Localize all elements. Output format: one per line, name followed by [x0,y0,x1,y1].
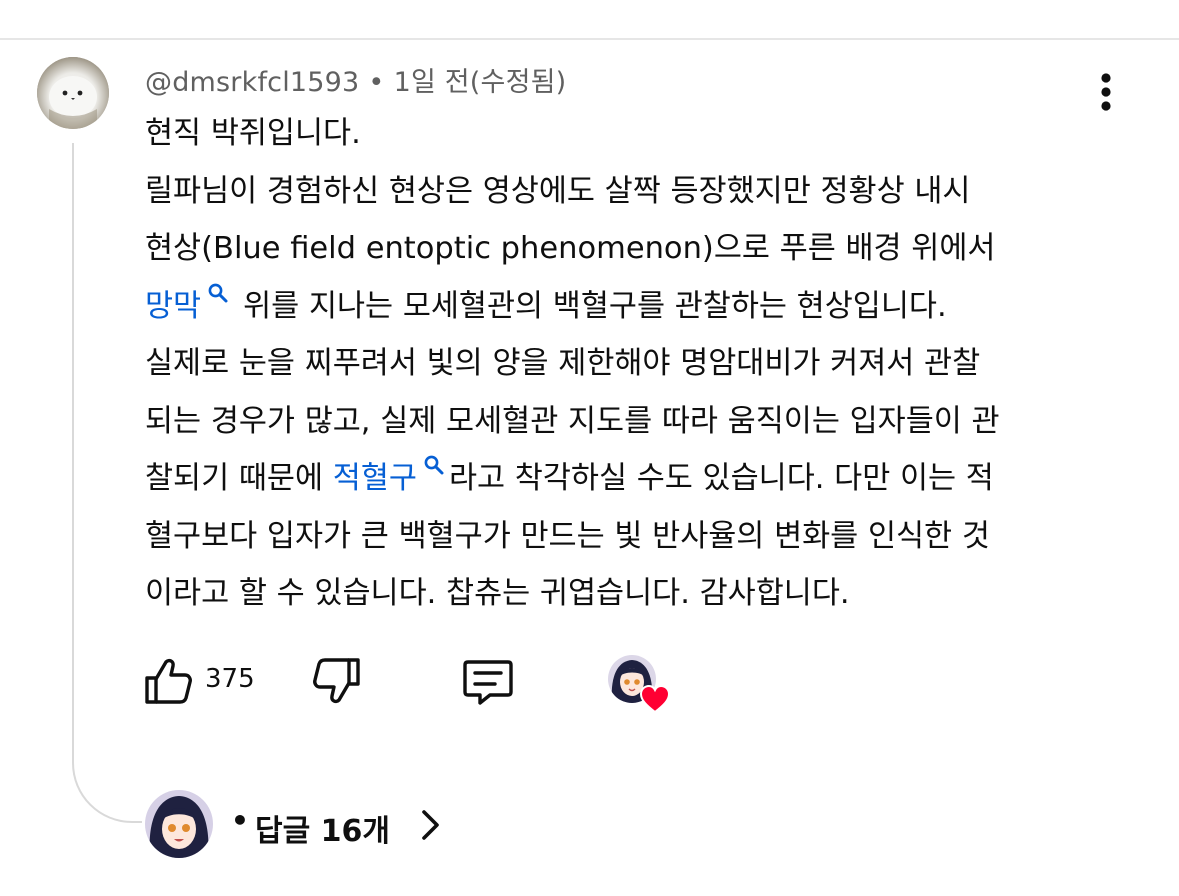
thumbs-down-icon [313,658,360,704]
comment-line-text: 라고 착각하실 수도 있습니다. 다만 이는 적 [448,461,994,496]
comment-line: 릴파님이 경험하신 현상은 영상에도 살짝 등장했지만 정황상 내시 [145,173,971,209]
author-handle[interactable]: @dmsrkfcl1593 [145,67,359,98]
search-link-rbc[interactable]: 적혈구 [333,461,417,496]
like-count: 375 [205,664,255,694]
meta-separator: • [368,67,385,98]
like-button[interactable] [143,656,193,706]
comment-line: 실제로 눈을 찌푸려서 빛의 양을 제한해야 명암대비가 커져서 관찰 [145,346,981,381]
comment-line: 이라고 할 수 있습니다. 찹츄는 귀엽습니다. 감사합니다. [145,576,850,611]
comment-line-text: 위를 지나는 모세혈관의 백혈구를 관찰하는 현상입니다. [243,288,947,324]
search-link-retina[interactable]: 망막 [145,289,201,324]
reply-comment-icon [463,660,513,705]
bird-avatar-image [37,57,109,129]
replies-separator: • [231,804,249,837]
heart-icon [640,685,670,713]
reply-button[interactable] [460,656,516,706]
creator-heart-badge [608,655,672,713]
search-icon[interactable] [207,282,229,304]
comment-line: 찰되기 때문에 적혈구 라고 착각하실 수도 있습니다. 다만 이는 적 [145,450,1155,508]
top-divider [0,38,1179,40]
view-replies-button[interactable]: • 답글 16개 [145,790,465,860]
comment-line-text: 찰되기 때문에 [145,461,324,496]
thread-connector-line [72,143,142,823]
chevron-right-icon[interactable] [417,808,443,842]
search-icon[interactable] [423,454,445,476]
dislike-button[interactable] [312,656,362,706]
comment-time: 1일 전(수정됨) [393,67,567,98]
replies-count-label[interactable]: 답글 16개 [255,806,390,850]
comment-meta: @dmsrkfcl1593 • 1일 전(수정됨) [145,60,566,99]
comment-text: 현직 박쥐입니다. 릴파님이 경험하신 현상은 영상에도 살짝 등장했지만 정황… [145,105,1155,623]
comment-line: 되는 경우가 많고, 실제 모세혈관 지도를 따라 움직이는 입자들이 관 [145,403,1000,439]
comment-line: 현상(Blue field entoptic phenomenon)으로 푸른 … [145,231,996,266]
author-avatar[interactable] [37,57,109,129]
thumbs-up-icon [145,658,192,704]
comment-line: 현직 박쥐입니다. [145,116,361,151]
creator-reply-avatar [145,790,213,858]
comment-actions: 375 [0,650,1179,720]
comment-line: 혈구보다 입자가 큰 백혈구가 만드는 빛 반사율의 변화를 인식한 것 [145,518,990,554]
comment-line: 망막 위를 지나는 모세혈관의 백혈구를 관찰하는 현상입니다. [145,278,1155,336]
